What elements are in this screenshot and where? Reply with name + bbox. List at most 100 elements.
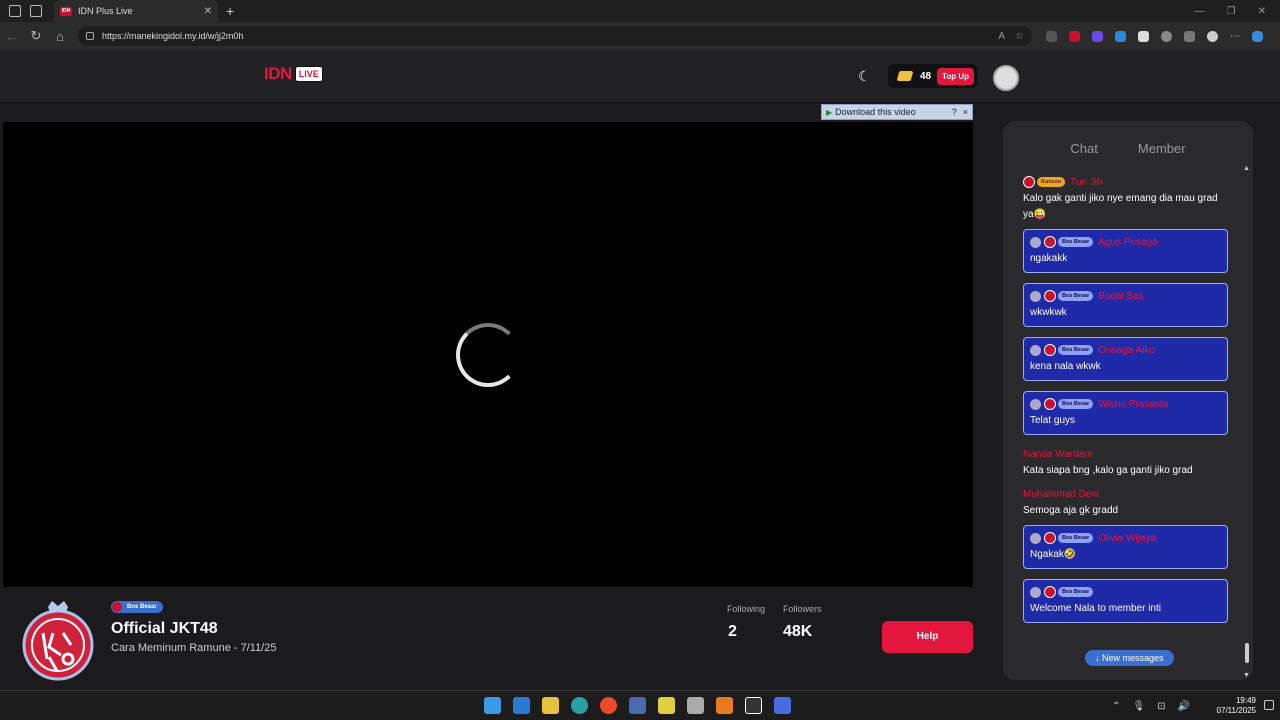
extension-icon[interactable] bbox=[1069, 30, 1080, 42]
chat-message: Kuncen Tun Jih Kalo gak ganti jiko nye ema… bbox=[1023, 173, 1228, 223]
user-badge: Bos Besar bbox=[1058, 533, 1094, 543]
chevron-up-icon[interactable]: ⌃ bbox=[1112, 701, 1120, 712]
network-icon[interactable]: ⊡ bbox=[1157, 701, 1165, 712]
chat-message-header: Bos Besar Wisnu Prasasta bbox=[1030, 395, 1221, 413]
tab-chat[interactable]: Chat bbox=[1070, 141, 1097, 156]
clock-time: 19:49 bbox=[1235, 696, 1256, 705]
chat-message-text: Kalo gak ganti jiko nye emang dia mau gr… bbox=[1023, 193, 1218, 220]
close-tab-icon[interactable]: ✕ bbox=[204, 6, 212, 17]
browser-tab[interactable]: IDN IDN Plus Live ✕ bbox=[54, 0, 218, 22]
star-app-icon[interactable] bbox=[658, 697, 675, 714]
home-icon[interactable]: ⌂ bbox=[48, 29, 72, 44]
chat-username[interactable]: Wisnu Prasasta bbox=[1098, 399, 1168, 410]
copilot-icon[interactable] bbox=[1252, 30, 1263, 42]
chat-username[interactable]: Nanda Wardani bbox=[1023, 449, 1092, 460]
tab-actions-icon[interactable] bbox=[30, 5, 42, 17]
chat-message-list[interactable]: Kuncen Tun Jih Kalo gak ganti jiko nye ema… bbox=[1023, 173, 1228, 633]
download-video-bar[interactable]: ▶ Download this video ? × bbox=[821, 104, 973, 120]
help-button[interactable]: Help bbox=[882, 621, 973, 653]
taskbar-clock[interactable]: 19:49 07/11/2025 bbox=[1217, 696, 1256, 716]
scroll-thumb[interactable] bbox=[1245, 643, 1249, 663]
play-icon: ▶ bbox=[826, 107, 833, 117]
close-icon[interactable]: × bbox=[963, 107, 968, 117]
workspaces-icon[interactable] bbox=[9, 5, 21, 17]
user-avatar[interactable] bbox=[993, 65, 1019, 91]
read-aloud-icon[interactable]: A bbox=[998, 31, 1005, 42]
close-window-icon[interactable]: ✕ bbox=[1258, 6, 1266, 17]
reload-icon[interactable]: ↻ bbox=[24, 28, 48, 44]
chat-username[interactable]: Bodal Bas bbox=[1098, 291, 1144, 302]
file-explorer-icon[interactable] bbox=[542, 697, 559, 714]
flame-app-icon[interactable] bbox=[716, 697, 733, 714]
vscode-icon[interactable] bbox=[513, 697, 530, 714]
window-controls: — ❐ ✕ bbox=[1195, 6, 1266, 17]
scroll-down-icon[interactable]: ▼ bbox=[1243, 672, 1250, 679]
chat-username[interactable]: Olivia Wijaya bbox=[1098, 533, 1156, 544]
chat-scrollbar[interactable]: ▲ ▼ bbox=[1243, 165, 1251, 679]
url-field[interactable]: https://manekingidol.my.id/w/jj2m0h A ☆ bbox=[78, 26, 1032, 46]
chat-panel: Chat Member Kuncen Tun Jih Kalo gak ganti … bbox=[1003, 121, 1253, 680]
start-windows-icon[interactable] bbox=[484, 697, 501, 714]
extension-icon[interactable] bbox=[1115, 30, 1126, 42]
favorites-icon[interactable] bbox=[1184, 30, 1195, 42]
chat-message: Bos Besar Olivia Wijaya Ngakak🤣 bbox=[1023, 525, 1228, 569]
favorite-star-icon[interactable]: ☆ bbox=[1015, 31, 1024, 42]
chat-username[interactable]: Agus Prisaga bbox=[1098, 237, 1157, 248]
minimize-icon[interactable]: — bbox=[1195, 6, 1205, 17]
chat-message-header: Bos Besar Olivia Wijaya bbox=[1030, 529, 1221, 547]
compass-app-icon[interactable] bbox=[600, 697, 617, 714]
idn-live-logo[interactable]: IDN LIVE bbox=[264, 64, 323, 84]
chat-message-text: kena nala wkwk bbox=[1030, 361, 1101, 372]
chat-username[interactable]: Tun Jih bbox=[1070, 177, 1102, 188]
loading-spinner-icon bbox=[456, 323, 520, 387]
new-tab-icon[interactable]: + bbox=[226, 3, 234, 19]
user-badge: Bos Besar bbox=[1058, 291, 1094, 301]
clock-date: 07/11/2025 bbox=[1216, 706, 1256, 715]
shield-icon[interactable] bbox=[1138, 30, 1149, 42]
idn-favicon-icon: IDN bbox=[60, 6, 72, 16]
followers-value[interactable]: 48K bbox=[783, 623, 812, 641]
scroll-up-icon[interactable]: ▲ bbox=[1243, 165, 1250, 172]
dark-mode-moon-icon[interactable]: ☾ bbox=[858, 68, 871, 85]
volume-icon[interactable]: 🔊 bbox=[1178, 701, 1190, 712]
coin-count: 48 bbox=[920, 70, 932, 82]
stream-channel-name[interactable]: Official JKT48 bbox=[111, 620, 218, 638]
badge-face-icon bbox=[1044, 344, 1056, 356]
chat-message: Muhammad Deni Semoga aja gk gradd bbox=[1023, 485, 1228, 519]
profile-icon[interactable] bbox=[1207, 30, 1218, 42]
taskbar-apps bbox=[484, 697, 791, 714]
mic-icon[interactable]: 🎙 bbox=[1132, 701, 1145, 712]
back-icon[interactable]: ← bbox=[0, 29, 24, 44]
chat-message-text: Ngakak🤣 bbox=[1030, 549, 1077, 560]
chat-message-text: wkwkwk bbox=[1030, 307, 1067, 318]
chat-message-header: Nanda Wardani bbox=[1023, 445, 1228, 463]
app-icon[interactable] bbox=[629, 697, 646, 714]
chat-username[interactable]: Orisaga Aiko bbox=[1098, 345, 1155, 356]
notification-icon[interactable] bbox=[1264, 700, 1274, 710]
app-icon[interactable] bbox=[687, 697, 704, 714]
url-text: https://manekingidol.my.id/w/jj2m0h bbox=[102, 31, 244, 41]
maximize-icon[interactable]: ❐ bbox=[1227, 6, 1236, 17]
tab-member[interactable]: Member bbox=[1138, 141, 1186, 156]
badge-face-icon bbox=[1044, 236, 1056, 248]
badge-face-icon bbox=[1044, 586, 1056, 598]
more-menu-icon[interactable]: ⋯ bbox=[1230, 31, 1240, 42]
bos-besar-badge: Bos Besar bbox=[111, 601, 163, 613]
app-icon[interactable] bbox=[745, 697, 762, 714]
app-icon[interactable] bbox=[774, 697, 791, 714]
gift-icon bbox=[1030, 398, 1041, 410]
chat-message-text: Semoga aja gk gradd bbox=[1023, 505, 1119, 516]
new-messages-button[interactable]: ↓ New messages bbox=[1085, 650, 1174, 666]
badge-face-icon bbox=[1044, 398, 1056, 410]
extension-icon[interactable] bbox=[1046, 30, 1057, 42]
chat-message-text: ngakakk bbox=[1030, 253, 1068, 264]
edge-icon[interactable] bbox=[571, 697, 588, 714]
refresh-extension-icon[interactable] bbox=[1161, 30, 1172, 42]
chat-username[interactable]: Muhammad Deni bbox=[1023, 489, 1099, 500]
help-icon[interactable]: ? bbox=[952, 107, 957, 117]
top-up-button[interactable]: Top Up bbox=[937, 67, 974, 85]
chat-message-header: Kuncen Tun Jih bbox=[1023, 173, 1228, 191]
following-value[interactable]: 2 bbox=[728, 623, 737, 641]
badge-face-icon bbox=[1044, 532, 1056, 544]
extension-icon[interactable] bbox=[1092, 30, 1103, 42]
